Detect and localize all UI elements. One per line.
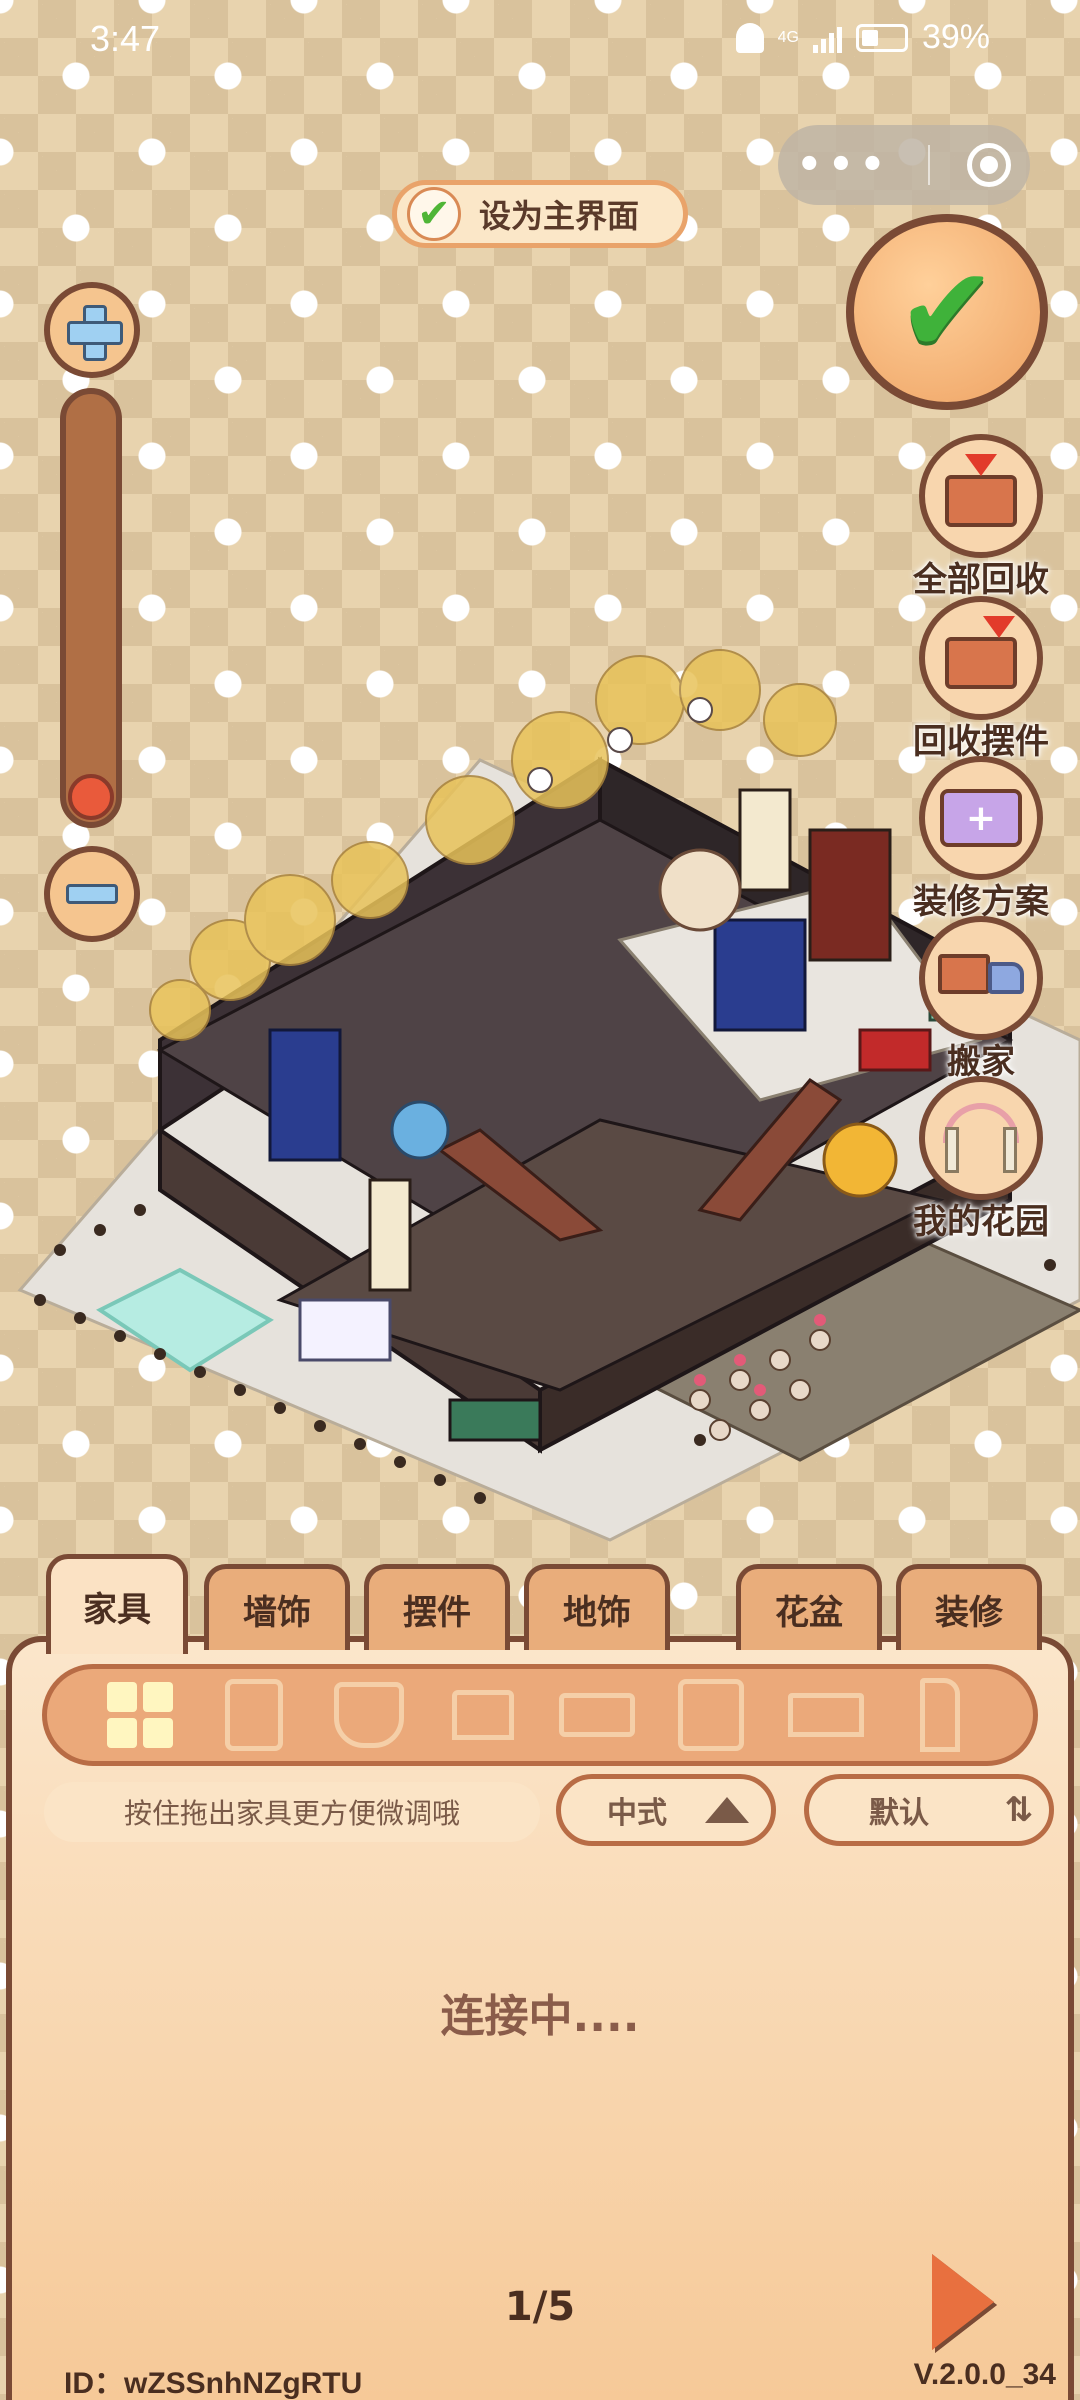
bed-icon[interactable] [559,1677,636,1753]
triangle-up-icon [705,1797,749,1823]
close-miniprogram-icon[interactable] [967,143,1012,187]
tab-renovation[interactable]: 装修 [896,1564,1042,1650]
stool-icon[interactable] [445,1677,521,1753]
renovation-plan-icon: + [919,756,1043,880]
blue-curtain [268,1028,342,1162]
tab-flower-pots[interactable]: 花盆 [736,1564,882,1650]
style-filter-dropdown[interactable]: 中式 [556,1774,776,1846]
my-garden-label: 我的花园 [913,1202,1049,1242]
golden-clouds [149,649,837,1041]
sort-arrows-icon: ⇅ [1004,1790,1034,1830]
battery-icon [855,23,908,52]
roof-balls [527,697,713,793]
down-arrow-icon [982,616,1015,638]
recycle-decor-icon [919,596,1043,720]
garden-arch-icon [919,1076,1043,1200]
sort-value: 默认 [869,1796,929,1831]
box-icon [945,637,1017,689]
pool [96,1267,274,1373]
toilet-icon[interactable] [331,1677,407,1753]
truck-icon [938,954,1024,1002]
capsule-divider [928,145,931,185]
stairs-left [437,1128,604,1242]
lamp-icon[interactable] [902,1677,978,1753]
zoom-slider[interactable] [60,388,122,828]
checkbox-check-icon: ✔ [407,187,461,241]
style-filter-value: 中式 [607,1796,667,1831]
flowers [694,1314,826,1396]
plus-icon [67,305,123,361]
tab-floor-decor[interactable]: 地饰 [524,1564,670,1650]
furniture-category-bar [42,1664,1038,1766]
more-menu-icon[interactable]: ••• [797,142,892,188]
window-upper [738,788,792,892]
minus-icon [66,884,118,904]
status-time: 3:47 [90,18,161,59]
lower-floor [276,1118,945,1392]
move-house-button[interactable]: 搬家 [906,916,1056,1083]
renovation-plan-button[interactable]: + 装修方案 [906,756,1056,923]
confirm-check-icon: ✔ [896,242,998,381]
add-card-icon: + [940,789,1022,847]
sort-dropdown[interactable]: 默认 ⇅ [804,1774,1054,1846]
user-id: ID：wZSSnhNZgRTU [64,2367,363,2400]
flower-pots [689,1329,831,1441]
pool-table [448,1398,542,1442]
zoom-slider-knob[interactable] [68,774,114,820]
mute-bell-icon [735,22,764,53]
page-indicator: 1/5 [504,2284,576,2330]
cabinet-icon[interactable] [673,1677,749,1753]
shelf-red [808,828,892,962]
recycle-decor-button[interactable]: 回收摆件 [906,596,1056,763]
status-bar: 3:47 4G 39% [0,0,1080,80]
set-main-label: 设为主界面 [479,197,640,235]
arch-icon [939,1103,1023,1173]
box-icon [945,475,1017,527]
miniprogram-capsule: ••• [778,125,1030,205]
battery-percent: 39% [921,18,990,56]
piano [298,1298,392,1362]
recycle-all-label: 全部回收 [913,560,1049,600]
next-page-icon[interactable] [932,2254,994,2350]
tab-ornaments[interactable]: 摆件 [364,1564,510,1650]
fence [34,1204,1056,1504]
blue-curtain-right [713,918,807,1032]
version-label: V.2.0.0_34 [913,2358,1056,2391]
zoom-in-button[interactable] [44,282,140,378]
fridge-icon[interactable] [216,1677,292,1753]
stairs-right [697,1078,843,1222]
garden-patio [636,1238,1080,1462]
glass-tank [390,1100,450,1160]
loading-text: 连接中.... [440,1991,640,2042]
recycle-all-button[interactable]: 全部回收 [906,434,1056,601]
tab-furniture[interactable]: 家具 [46,1554,188,1654]
all-grid-icon[interactable] [102,1677,178,1753]
upper-floor [156,818,1014,1292]
confirm-button[interactable]: ✔ [846,214,1048,410]
tab-wall-decor[interactable]: 墙饰 [204,1564,350,1650]
status-icons: 4G 39% [735,18,990,57]
my-garden-button[interactable]: 我的花园 [906,1076,1056,1243]
house-left-wall [158,756,602,1134]
category-tabs: 家具 墙饰 摆件 地饰 花盆 装修 [40,1554,1050,1654]
network-type: 4G [777,28,799,46]
golden-tree [822,1122,898,1198]
table-icon[interactable] [787,1677,864,1753]
house-base-left [158,1126,542,1454]
round-rug [658,848,742,932]
move-truck-icon [919,916,1043,1040]
set-main-screen-toggle[interactable]: ✔ 设为主界面 [392,180,688,248]
zoom-out-button[interactable] [44,846,140,942]
recycle-all-icon [919,434,1043,558]
drag-hint: 按住拖出家具更方便微调哦 [44,1782,540,1842]
signal-icon [812,23,842,53]
down-arrow-icon [965,454,997,476]
window-left [368,1178,412,1292]
